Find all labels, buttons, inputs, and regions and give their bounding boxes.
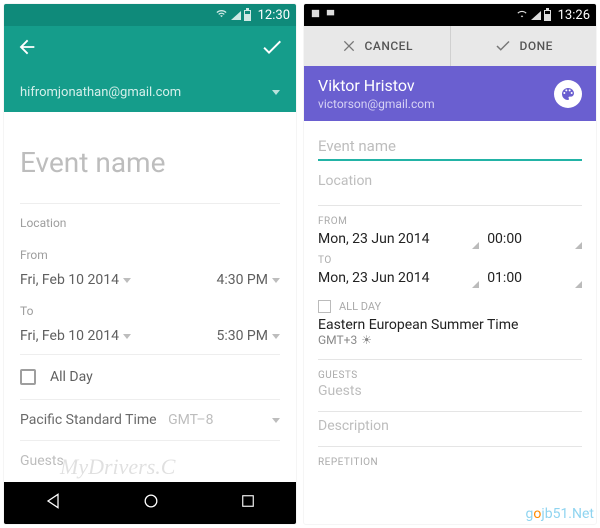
- system-nav-bar: [4, 482, 296, 524]
- checkbox-icon: [20, 369, 36, 385]
- wifi-icon: [516, 8, 528, 22]
- app-bar: [4, 26, 296, 72]
- event-name-input[interactable]: Event name: [318, 131, 582, 161]
- phone-left: 12:30 hifromjonathan@gmail.com Event nam…: [4, 4, 296, 524]
- dropdown-icon: [272, 334, 280, 339]
- cancel-button[interactable]: CANCEL: [304, 26, 451, 66]
- calendar-selector[interactable]: Viktor Hristov victorson@gmail.com: [304, 66, 596, 121]
- status-time: 12:30: [258, 8, 290, 23]
- spinner-icon: [575, 281, 582, 288]
- from-date-picker[interactable]: Fri, Feb 10 2014: [20, 272, 131, 288]
- checkbox-icon: [318, 300, 331, 313]
- nav-recent-icon[interactable]: [239, 492, 257, 514]
- spinner-icon: [472, 242, 479, 249]
- location-input[interactable]: Location: [20, 203, 280, 242]
- back-icon[interactable]: [16, 36, 38, 62]
- status-time: 13:26: [558, 8, 590, 23]
- dropdown-icon: [123, 278, 131, 283]
- all-day-toggle[interactable]: ALL DAY: [318, 292, 582, 317]
- status-bar: 12:30: [4, 4, 296, 26]
- signal-icon: [231, 11, 241, 20]
- dropdown-icon: [272, 418, 280, 423]
- dropdown-icon: [272, 278, 280, 283]
- from-time-picker[interactable]: 4:30 PM: [216, 272, 280, 288]
- account-email: hifromjonathan@gmail.com: [20, 85, 181, 100]
- spinner-icon: [472, 281, 479, 288]
- wifi-icon: [215, 8, 228, 22]
- battery-icon: [544, 10, 551, 21]
- done-button[interactable]: DONE: [451, 26, 597, 66]
- to-date-picker[interactable]: Fri, Feb 10 2014: [20, 328, 131, 344]
- spinner-icon: [575, 242, 582, 249]
- guests-label: GUESTS: [318, 370, 582, 381]
- account-selector[interactable]: hifromjonathan@gmail.com: [4, 72, 296, 112]
- user-name: Viktor Hristov: [318, 76, 435, 95]
- sun-icon: ☀: [361, 333, 372, 347]
- to-date-picker[interactable]: Mon, 23 Jun 2014: [318, 266, 479, 288]
- color-picker-button[interactable]: [554, 80, 582, 108]
- done-icon[interactable]: [260, 35, 284, 63]
- phone-right: 13:26 CANCEL DONE Viktor Hristov victors…: [304, 4, 596, 524]
- action-bar: CANCEL DONE: [304, 26, 596, 66]
- all-day-toggle[interactable]: All Day: [20, 354, 280, 399]
- timezone-selector[interactable]: Eastern European Summer Time: [318, 317, 582, 333]
- notification-icon: [310, 8, 321, 22]
- dropdown-icon: [123, 334, 131, 339]
- description-input[interactable]: Description: [318, 416, 582, 440]
- from-label: FROM: [318, 216, 582, 227]
- from-time-picker[interactable]: 00:00: [487, 227, 582, 249]
- location-input[interactable]: Location: [318, 167, 582, 199]
- to-label: TO: [318, 255, 582, 266]
- nav-home-icon[interactable]: [141, 491, 161, 515]
- from-label: From: [20, 242, 280, 262]
- nav-back-icon[interactable]: [43, 491, 63, 515]
- to-time-picker[interactable]: 5:30 PM: [216, 328, 280, 344]
- guests-input[interactable]: Guests: [318, 381, 582, 405]
- to-label: To: [20, 298, 280, 318]
- notification-icon: [325, 8, 336, 22]
- dropdown-icon: [272, 90, 280, 95]
- battery-icon: [244, 10, 251, 21]
- status-bar: 13:26: [304, 4, 596, 26]
- timezone-selector[interactable]: Pacific Standard Time GMT–8: [20, 399, 280, 440]
- guests-input[interactable]: Guests: [20, 440, 280, 469]
- repetition-label: REPETITION: [318, 457, 582, 468]
- event-name-input[interactable]: Event name: [20, 128, 280, 203]
- from-date-picker[interactable]: Mon, 23 Jun 2014: [318, 227, 479, 249]
- signal-icon: [531, 11, 541, 20]
- to-time-picker[interactable]: 01:00: [487, 266, 582, 288]
- user-email: victorson@gmail.com: [318, 97, 435, 111]
